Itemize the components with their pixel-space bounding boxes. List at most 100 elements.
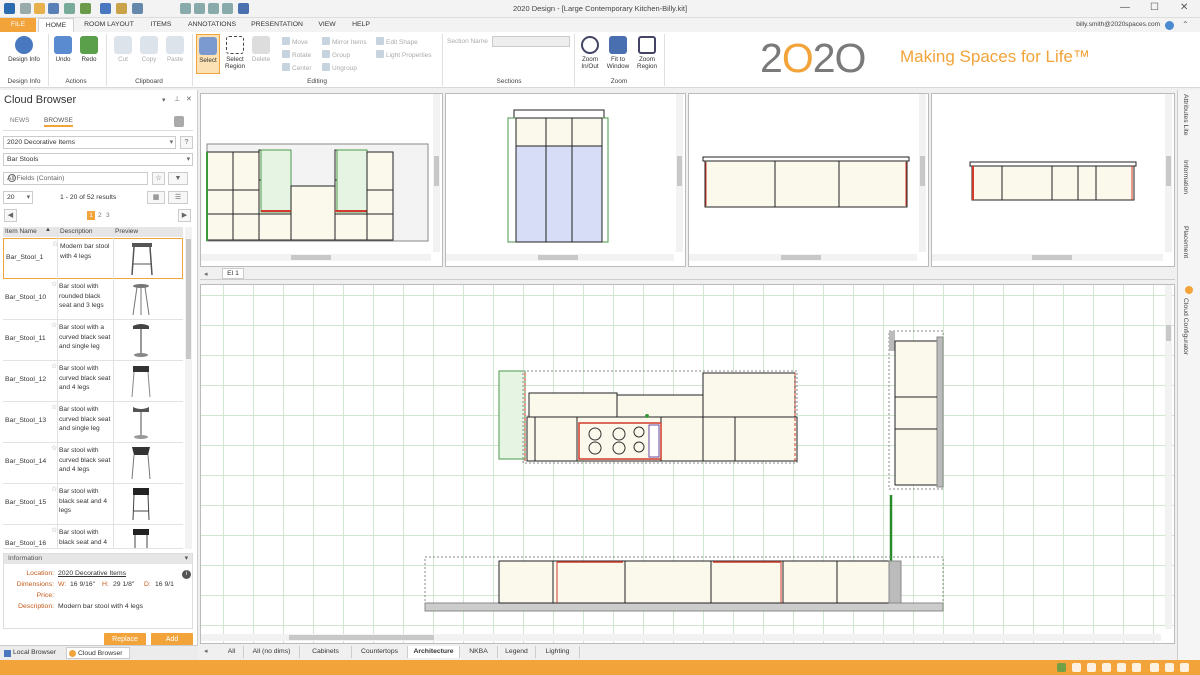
scrollbar-thumb[interactable] [1166, 156, 1171, 186]
delete-button[interactable]: Delete [250, 36, 272, 63]
plan-horizontal-scrollbar[interactable] [201, 634, 1161, 641]
horizontal-scrollbar[interactable] [689, 254, 917, 261]
tab-all[interactable]: All [220, 646, 244, 658]
undo-button[interactable]: Undo [52, 36, 74, 63]
panel-close-icon[interactable]: ✕ [186, 95, 192, 103]
subtab-browse[interactable]: BROWSE [44, 117, 73, 127]
elevation-view-2[interactable] [445, 93, 686, 267]
list-item[interactable]: Bar_Stool_15 ☆ Bar stool with black seat… [3, 484, 183, 525]
paste-button[interactable]: Paste [164, 36, 186, 63]
select-button[interactable]: Select [196, 34, 220, 74]
status-icon-6[interactable] [1132, 663, 1141, 672]
tab-el-1[interactable]: El 1 [222, 268, 244, 279]
catalog-dropdown[interactable]: 2020 Decorative Items ▾ [3, 136, 176, 149]
elevation-view-1[interactable] [200, 93, 443, 267]
info-icon[interactable]: i [182, 570, 191, 579]
tab-local-browser[interactable]: Local Browser [2, 647, 64, 659]
page-size-dropdown[interactable]: 20 ▾ [3, 191, 33, 204]
vertical-scrollbar[interactable] [676, 94, 683, 252]
elevation-view-3[interactable] [688, 93, 929, 267]
tab-legend[interactable]: Legend [498, 646, 536, 658]
ribbon-collapse-icon[interactable]: ⌃ [1182, 20, 1189, 29]
maximize-button[interactable]: ☐ [1150, 2, 1159, 13]
copy-button[interactable]: Copy [138, 36, 160, 63]
group-button[interactable]: Group [322, 50, 350, 60]
horizontal-scrollbar[interactable] [446, 254, 674, 261]
rail-placement[interactable]: Placement [1182, 226, 1189, 258]
section-name-dropdown[interactable] [492, 36, 570, 47]
page-2-link[interactable]: 2 [98, 212, 102, 219]
list-item[interactable]: Bar_Stool_1 ☆ Modern bar stool with 4 le… [3, 238, 183, 279]
status-icon-3[interactable] [1087, 663, 1096, 672]
status-icon-4[interactable] [1102, 663, 1111, 672]
center-button[interactable]: Center [282, 63, 312, 73]
close-button[interactable]: ✕ [1180, 2, 1188, 13]
scrollbar-thumb[interactable] [677, 156, 682, 186]
vertical-scrollbar[interactable] [919, 94, 926, 252]
database-icon[interactable] [174, 116, 184, 127]
list-item[interactable]: Bar_Stool_13 ☆ Bar stool with curved bla… [3, 402, 183, 443]
scrollbar-thumb[interactable] [1032, 255, 1072, 260]
results-scrollbar[interactable] [185, 227, 192, 549]
status-icon-8[interactable] [1165, 663, 1174, 672]
rail-cloud-configurator[interactable]: Cloud Configurator [1182, 298, 1189, 355]
category-dropdown[interactable]: Bar Stools ▾ [3, 153, 193, 166]
column-preview[interactable]: Preview [115, 228, 138, 235]
zoom-region-button[interactable]: Zoom Region [633, 36, 661, 70]
grid-view-button[interactable]: ▦ [147, 191, 165, 204]
rail-information[interactable]: Information [1182, 160, 1189, 194]
cut-button[interactable]: Cut [112, 36, 134, 63]
page-3-link[interactable]: 3 [106, 212, 110, 219]
list-item[interactable]: Bar_Stool_14 ☆ Bar stool with curved bla… [3, 443, 183, 484]
page-1-link[interactable]: 1 [87, 211, 95, 220]
ungroup-button[interactable]: Ungroup [322, 63, 357, 73]
scrollbar-thumb[interactable] [920, 156, 925, 186]
prev-page-button[interactable]: ◀ [4, 209, 17, 222]
vertical-scrollbar[interactable] [1165, 94, 1172, 252]
scrollbar-thumb[interactable] [781, 255, 821, 260]
select-region-button[interactable]: Select Region [222, 36, 248, 70]
plan-view[interactable] [200, 284, 1175, 644]
zoom-inout-button[interactable]: Zoom In/Out [577, 36, 603, 70]
tab-home[interactable]: HOME [38, 18, 74, 32]
catalog-help-button[interactable]: ? [180, 136, 193, 149]
redo-button[interactable]: Redo [78, 36, 100, 63]
scrollbar-thumb[interactable] [291, 255, 331, 260]
scrollbar-thumb[interactable] [289, 635, 434, 640]
vertical-scrollbar[interactable] [433, 94, 440, 252]
help-icon[interactable] [1165, 21, 1174, 30]
tab-cabinets[interactable]: Cabinets [300, 646, 352, 658]
subtab-news[interactable]: NEWS [10, 117, 30, 124]
chevron-down-icon[interactable]: ▾ [185, 554, 188, 564]
user-account[interactable]: billy.smith@2020spaces.com [1076, 21, 1160, 28]
edit-shape-button[interactable]: Edit Shape [376, 37, 418, 47]
tab-view[interactable]: VIEW [312, 18, 342, 32]
favorite-filter-button[interactable]: ☆ [152, 172, 165, 185]
tab-annotations[interactable]: ANNOTATIONS [182, 18, 242, 32]
tab-architecture[interactable]: Architecture [408, 646, 460, 658]
rotate-button[interactable]: Rotate [282, 50, 311, 60]
scrollbar-thumb[interactable] [186, 239, 191, 359]
tab-presentation[interactable]: PRESENTATION [246, 18, 308, 32]
status-icon-9[interactable] [1180, 663, 1189, 672]
tab-items[interactable]: ITEMS [144, 18, 178, 32]
list-item[interactable]: Bar_Stool_12 ☆ Bar stool with curved bla… [3, 361, 183, 402]
tab-nkba[interactable]: NKBA [460, 646, 498, 658]
scrollbar-thumb[interactable] [1166, 325, 1171, 341]
scrollbar-thumb[interactable] [434, 156, 439, 186]
scrollbar-thumb[interactable] [538, 255, 578, 260]
rail-attributes-lite[interactable]: Attributes Lite [1182, 94, 1189, 136]
column-item-name[interactable]: Item Name [5, 228, 37, 235]
next-page-button[interactable]: ▶ [178, 209, 191, 222]
move-button[interactable]: Move [282, 37, 308, 47]
plan-vertical-scrollbar[interactable] [1165, 285, 1172, 629]
location-value[interactable]: 2020 Decorative Items [58, 570, 126, 577]
tab-file[interactable]: FILE [0, 18, 36, 32]
tab-countertops[interactable]: Countertops [352, 646, 408, 658]
column-description[interactable]: Description [60, 228, 93, 235]
tab-lighting[interactable]: Lighting [536, 646, 580, 658]
status-icon-1[interactable] [1057, 663, 1066, 672]
elevation-view-4[interactable] [931, 93, 1175, 267]
list-item[interactable]: Bar_Stool_10 ☆ Bar stool with rounded bl… [3, 279, 183, 320]
list-item[interactable]: Bar_Stool_16 ☆ Bar stool with black seat… [3, 525, 183, 549]
